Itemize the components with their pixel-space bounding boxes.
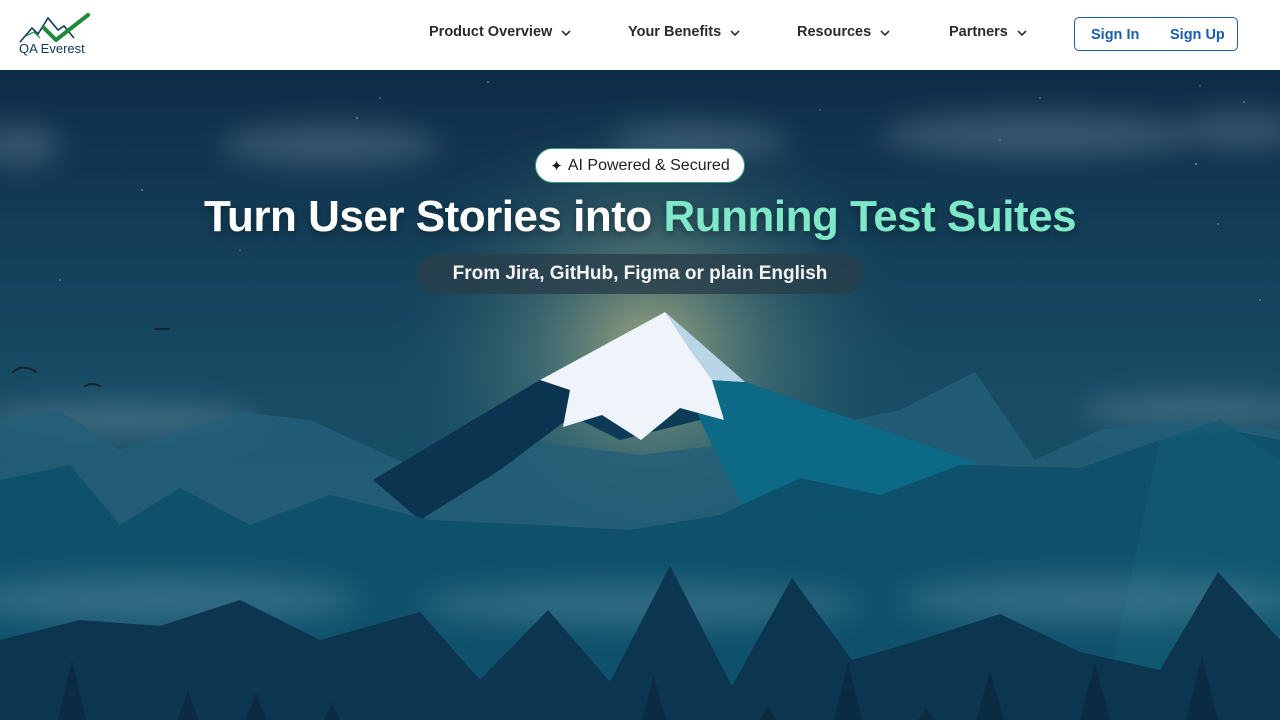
- headline-main-text: Turn User Stories into: [203, 192, 664, 241]
- hero-subheadline: From Jira, GitHub, Figma or plain Englis…: [417, 254, 863, 294]
- nav-label: Your Benefits: [628, 24, 722, 40]
- badge-label: AI Powered & Secured: [567, 156, 730, 174]
- chevron-down-icon: [730, 30, 740, 37]
- auth-button-group: Sign In Sign Up: [1074, 17, 1238, 51]
- ai-badge: ✦ AI Powered & Secured: [535, 148, 745, 183]
- headline-accent-text: Running Test Suites: [663, 192, 1077, 241]
- nav-label: Resources: [797, 24, 872, 40]
- brand-logo[interactable]: QA Everest: [18, 12, 98, 58]
- nav-item-resources[interactable]: Resources: [797, 22, 891, 42]
- brand-name: QA Everest: [19, 41, 85, 56]
- site-header: QA Everest Product Overview Your Benefit…: [0, 0, 1280, 70]
- sign-in-button[interactable]: Sign In: [1091, 27, 1139, 43]
- landing-page: QA Everest Product Overview Your Benefit…: [0, 0, 1280, 720]
- nav-item-partners[interactable]: Partners: [949, 22, 1028, 42]
- nav-item-product-overview[interactable]: Product Overview: [429, 22, 572, 42]
- hero-headline: Turn User Stories into Running Test Suit…: [0, 192, 1280, 242]
- nav-label: Partners: [949, 24, 1008, 40]
- nav-item-your-benefits[interactable]: Your Benefits: [628, 22, 741, 42]
- subheadline-text: From Jira, GitHub, Figma or plain Englis…: [452, 263, 828, 284]
- nav-label: Product Overview: [429, 24, 553, 40]
- chevron-down-icon: [1017, 30, 1027, 37]
- chevron-down-icon: [561, 30, 571, 37]
- chevron-down-icon: [880, 30, 890, 37]
- sparkle-icon: ✦: [550, 157, 563, 175]
- sign-up-button[interactable]: Sign Up: [1170, 27, 1225, 43]
